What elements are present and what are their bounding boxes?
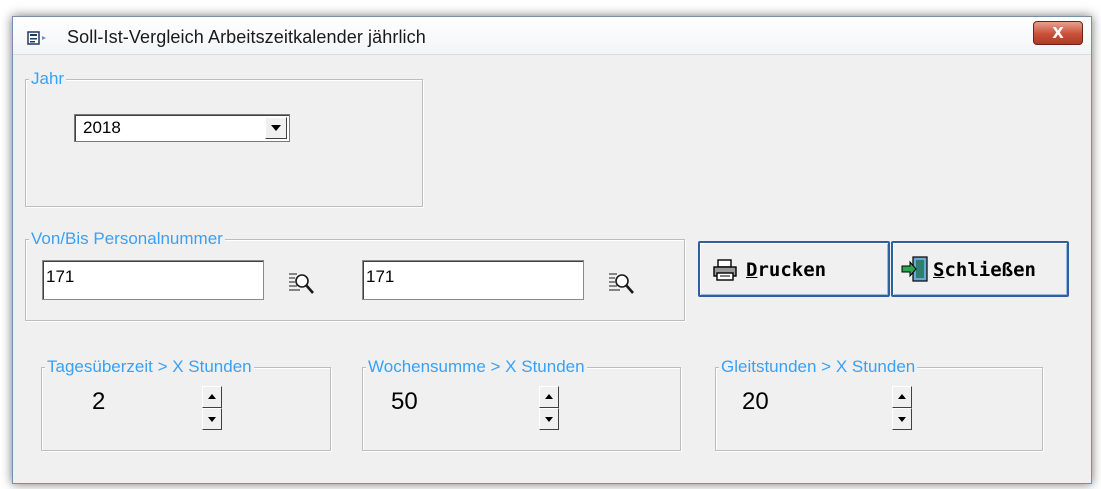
magnifier-icon[interactable] xyxy=(288,270,316,296)
year-select[interactable]: 2018 xyxy=(74,114,290,142)
chevron-down-icon[interactable] xyxy=(265,117,287,139)
personnel-from-value: 171 xyxy=(46,267,75,286)
form-window-icon xyxy=(27,31,46,45)
personnel-to-field[interactable]: 171 xyxy=(362,260,584,300)
close-button[interactable]: Schließen xyxy=(891,241,1069,297)
threshold-spinner[interactable] xyxy=(539,386,559,430)
threshold-group-weekly-sum: Wochensumme > X Stunden 50 xyxy=(362,357,681,451)
threshold-group-daily-overtime: Tagesüberzeit > X Stunden 2 xyxy=(41,357,331,451)
threshold-legend: Gleitstunden > X Stunden xyxy=(719,357,918,377)
personnel-number-legend: Von/Bis Personalnummer xyxy=(29,229,225,249)
year-legend: Jahr xyxy=(29,69,67,89)
threshold-group-flexitime: Gleitstunden > X Stunden 20 xyxy=(715,357,1043,451)
exit-door-icon xyxy=(901,256,928,282)
threshold-legend: Wochensumme > X Stunden xyxy=(366,357,587,377)
threshold-value[interactable]: 50 xyxy=(391,388,418,416)
window-close-button[interactable]: X xyxy=(1033,21,1083,45)
personnel-to-value: 171 xyxy=(366,267,395,286)
print-button-label: Drucken xyxy=(746,259,827,281)
spin-down-icon[interactable] xyxy=(892,408,912,430)
magnifier-icon[interactable] xyxy=(608,270,636,296)
personnel-number-group: Von/Bis Personalnummer 171 171 xyxy=(25,229,685,321)
printer-icon xyxy=(713,259,737,281)
print-button[interactable]: Drucken xyxy=(698,241,890,297)
threshold-spinner[interactable] xyxy=(202,386,222,430)
spin-up-icon[interactable] xyxy=(892,386,912,408)
year-select-value: 2018 xyxy=(83,118,121,137)
window-title: Soll-Ist-Vergleich Arbeitszeitkalender j… xyxy=(67,27,426,47)
year-group: Jahr 2018 xyxy=(25,69,423,207)
close-button-label: Schließen xyxy=(933,259,1036,281)
spin-up-icon[interactable] xyxy=(539,386,559,408)
personnel-from-field[interactable]: 171 xyxy=(42,260,264,300)
dialog-window: Soll-Ist-Vergleich Arbeitszeitkalender j… xyxy=(12,16,1092,484)
spin-up-icon[interactable] xyxy=(202,386,222,408)
title-bar[interactable]: Soll-Ist-Vergleich Arbeitszeitkalender j… xyxy=(13,17,1091,55)
spin-down-icon[interactable] xyxy=(202,408,222,430)
threshold-legend: Tagesüberzeit > X Stunden xyxy=(45,357,254,377)
spin-down-icon[interactable] xyxy=(539,408,559,430)
threshold-spinner[interactable] xyxy=(892,386,912,430)
threshold-value[interactable]: 20 xyxy=(742,388,769,416)
threshold-value[interactable]: 2 xyxy=(92,388,105,416)
